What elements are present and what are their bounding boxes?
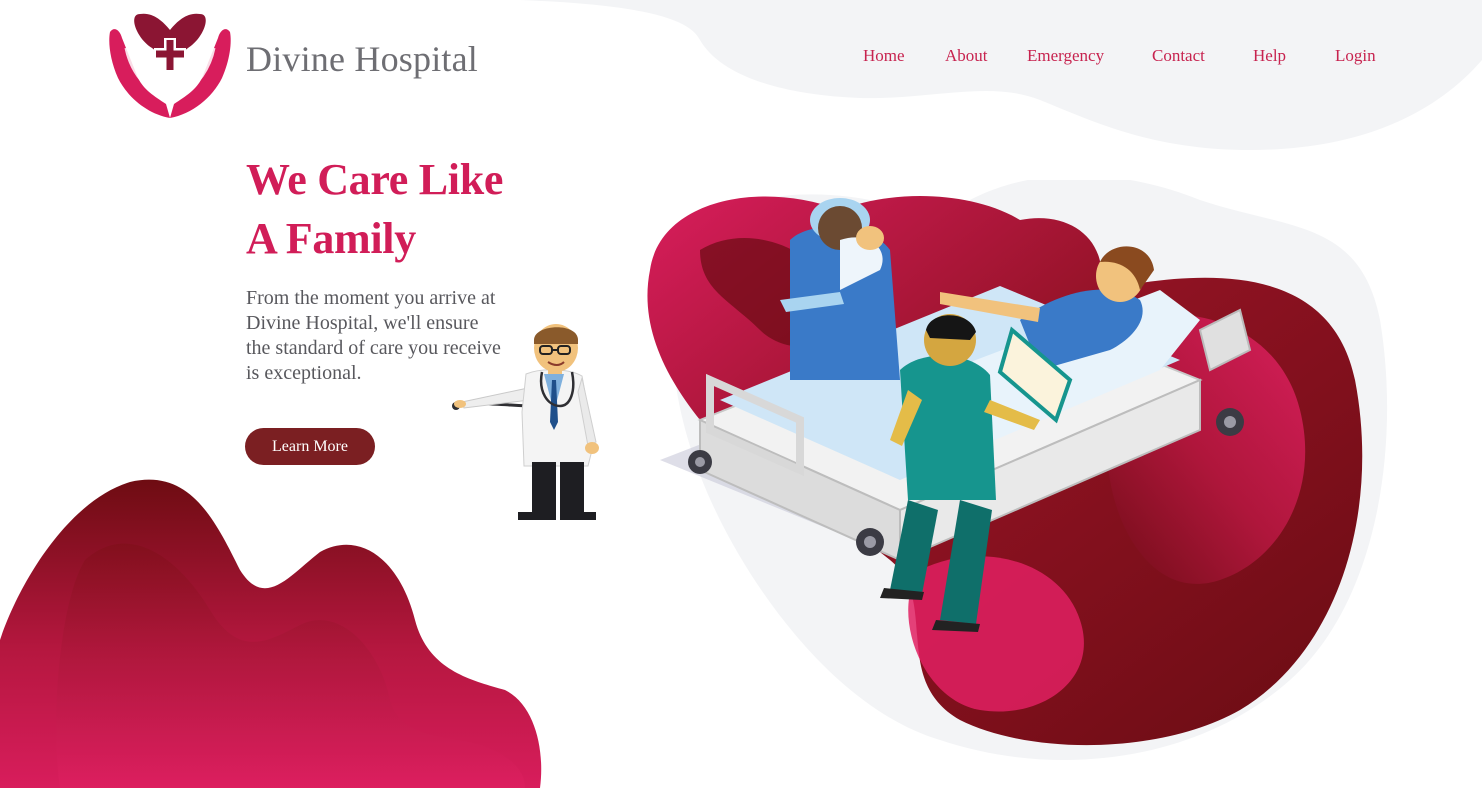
nav-help-link[interactable]: Help [1253,46,1286,66]
doctor-stethoscope-illustration [452,324,599,520]
hero-title-line-2: A Family [246,214,416,263]
top-cloud-shape [520,0,1482,150]
nav-emergency-link[interactable]: Emergency [1027,46,1104,66]
hero-title: We Care Like A Family [246,150,503,268]
nav-about-link[interactable]: About [945,46,988,66]
hospital-bed-nurses-illustration [647,180,1388,760]
hero-title-line-1: We Care Like [246,155,504,204]
nav-home-link[interactable]: Home [863,46,905,66]
learn-more-button[interactable]: Learn More [245,428,375,465]
nav-login-link[interactable]: Login [1335,46,1376,66]
nav-contact-link[interactable]: Contact [1152,46,1205,66]
main-nav: Home About Emergency Contact Help Login [0,46,1482,74]
